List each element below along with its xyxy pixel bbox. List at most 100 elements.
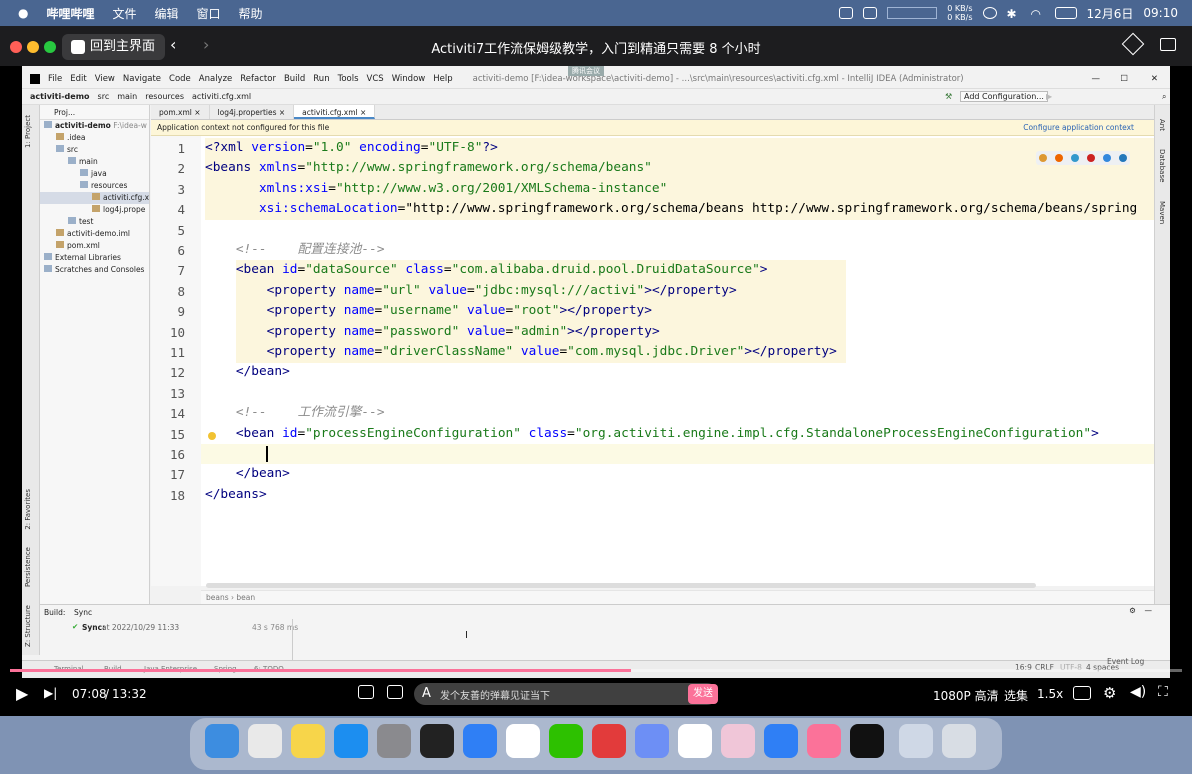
hide-panel-icon[interactable]: —	[1145, 606, 1153, 615]
search-icon[interactable]: ⌕	[1162, 92, 1166, 102]
project-panel-header[interactable]: Proj...	[40, 105, 149, 120]
crumb-beans[interactable]: beans	[206, 593, 229, 602]
code-line[interactable]: xsi:schemaLocation="http://www.springfra…	[205, 199, 1137, 219]
apple-logo-icon[interactable]: ●	[18, 6, 28, 20]
configure-context-link[interactable]: Configure application context	[1023, 120, 1134, 136]
menu-window[interactable]: 窗口	[197, 5, 221, 22]
dock-photos-app-icon[interactable]	[721, 724, 755, 758]
tree-item[interactable]: activiti-demo.iml	[40, 228, 149, 240]
tree-item[interactable]: .idea	[40, 132, 149, 144]
dock-finder-icon[interactable]	[205, 724, 239, 758]
speed-button[interactable]: 1.5x	[1037, 687, 1063, 701]
nav-crumb-project[interactable]: activiti-demo	[30, 92, 90, 101]
danmu-input[interactable]: A 发个友善的弹幕见证当下	[414, 683, 718, 705]
tree-item[interactable]: java	[40, 168, 149, 180]
bluetooth-icon[interactable]: ✱	[1007, 7, 1021, 21]
idea-menu-run[interactable]: Run	[313, 74, 329, 84]
tree-item[interactable]: main	[40, 156, 149, 168]
status-icon[interactable]	[839, 7, 854, 19]
danmu-font-icon[interactable]: A	[422, 686, 431, 701]
dock-system-preferences-icon[interactable]	[377, 724, 411, 758]
danmu-settings-icon[interactable]	[387, 685, 403, 699]
idea-menu-window[interactable]: Window	[392, 74, 426, 84]
nav-crumb-resources[interactable]: resources	[145, 92, 184, 101]
idea-menu-code[interactable]: Code	[169, 74, 191, 84]
code-line[interactable]: <property name="driverClassName" value="…	[205, 342, 837, 362]
dock-netease-music-icon[interactable]	[592, 724, 626, 758]
code-line[interactable]: <property name="url" value="jdbc:mysql:/…	[205, 281, 737, 301]
tab-log4j-properties[interactable]: log4j.properties ×	[210, 105, 295, 119]
ie-icon[interactable]	[1103, 154, 1111, 162]
code-line[interactable]: <?xml version="1.0" encoding="UTF-8"?>	[205, 138, 498, 158]
idea-menu-analyze[interactable]: Analyze	[199, 74, 233, 84]
dock-app-store-icon[interactable]	[334, 724, 368, 758]
dock-wechat-icon[interactable]	[549, 724, 583, 758]
tree-item[interactable]: resources	[40, 180, 149, 192]
tab-pom-xml[interactable]: pom.xml ×	[151, 105, 210, 119]
code-line[interactable]: <bean id="dataSource" class="com.alibaba…	[205, 260, 768, 280]
tab-favorites[interactable]: 2: Favorites	[24, 489, 32, 530]
settings-gear-icon[interactable]: ⚙	[1129, 606, 1136, 615]
build-hammer-icon[interactable]: ⚒	[945, 92, 952, 101]
menu-help[interactable]: 帮助	[239, 5, 263, 22]
dock-chrome-icon[interactable]	[506, 724, 540, 758]
code-line[interactable]: <bean id="processEngineConfiguration" cl…	[205, 424, 1099, 444]
code-line[interactable]: <property name="password" value="admin">…	[205, 322, 660, 342]
battery-icon[interactable]	[1054, 7, 1077, 19]
menu-edit[interactable]: 编辑	[155, 5, 179, 22]
dock-safari-icon[interactable]	[463, 724, 497, 758]
tab-ant[interactable]: Ant	[1158, 119, 1166, 131]
date-text[interactable]: 12月6日	[1087, 5, 1134, 22]
dock-todo-app-icon[interactable]	[764, 724, 798, 758]
firefox-icon[interactable]	[1055, 154, 1063, 162]
tab-database[interactable]: Database	[1158, 149, 1166, 182]
play-icon[interactable]: ▶	[16, 684, 28, 703]
idea-menu-tools[interactable]: Tools	[338, 74, 359, 84]
dock-terminal-icon[interactable]	[420, 724, 454, 758]
tree-item[interactable]: pom.xml	[40, 240, 149, 252]
time-text[interactable]: 09:10	[1143, 6, 1178, 20]
dock-notes-icon[interactable]	[291, 724, 325, 758]
code-line[interactable]: <beans xmlns="http://www.springframework…	[205, 158, 652, 178]
dock-bilibili-icon[interactable]	[807, 724, 841, 758]
tree-item[interactable]: Scratches and Consoles	[40, 264, 149, 276]
idea-menu-view[interactable]: View	[95, 74, 115, 84]
chrome-icon[interactable]	[1039, 154, 1047, 162]
horizontal-scrollbar[interactable]	[206, 583, 1036, 588]
sync-tab[interactable]: Sync	[74, 608, 92, 617]
tab-activiti-cfg-xml[interactable]: activiti.cfg.xml ×	[294, 105, 376, 119]
dock-documents-icon[interactable]	[899, 724, 933, 758]
maximize-icon[interactable]: ☐	[1120, 74, 1128, 84]
run-icon[interactable]: ▶	[1046, 92, 1052, 101]
edge-icon[interactable]	[1119, 154, 1127, 162]
status-icon[interactable]	[863, 7, 878, 19]
minimize-icon[interactable]: —	[1092, 74, 1101, 84]
dock-intellij-idea-icon[interactable]	[850, 724, 884, 758]
idea-menu-navigate[interactable]: Navigate	[123, 74, 161, 84]
safari-icon[interactable]	[1071, 154, 1079, 162]
code-line[interactable]: <property name="username" value="root"><…	[205, 301, 652, 321]
idea-menu-vcs[interactable]: VCS	[367, 74, 384, 84]
subtitle-icon[interactable]	[1073, 686, 1091, 700]
code-line[interactable]: <!-- 工作流引擎-->	[205, 403, 385, 423]
event-log[interactable]: Event Log	[1107, 657, 1144, 666]
tab-maven[interactable]: Maven	[1158, 201, 1166, 224]
crumb-bean[interactable]: bean	[236, 593, 255, 602]
idea-menu-build[interactable]: Build	[284, 74, 305, 84]
tab-project[interactable]: 1: Project	[24, 115, 32, 148]
pip-icon[interactable]	[1160, 38, 1176, 51]
close-icon[interactable]: ✕	[1151, 74, 1158, 84]
nav-crumb-file[interactable]: activiti.cfg.xml	[192, 92, 251, 101]
tree-item[interactable]: log4j.prope	[40, 204, 149, 216]
nav-crumb-main[interactable]: main	[117, 92, 137, 101]
tree-item[interactable]: External Libraries	[40, 252, 149, 264]
code-line[interactable]: </bean>	[205, 362, 290, 382]
wechat-icon[interactable]	[982, 7, 997, 19]
episode-button[interactable]: 选集	[1004, 687, 1028, 704]
danmu-toggle-icon[interactable]	[358, 685, 374, 699]
tab-structure[interactable]: Z: Structure	[24, 605, 32, 647]
idea-menu-file[interactable]: File	[48, 74, 62, 84]
dock-launchpad-icon[interactable]	[248, 724, 282, 758]
next-icon[interactable]: ▶|	[44, 686, 57, 700]
dock-trash-icon[interactable]	[942, 724, 976, 758]
